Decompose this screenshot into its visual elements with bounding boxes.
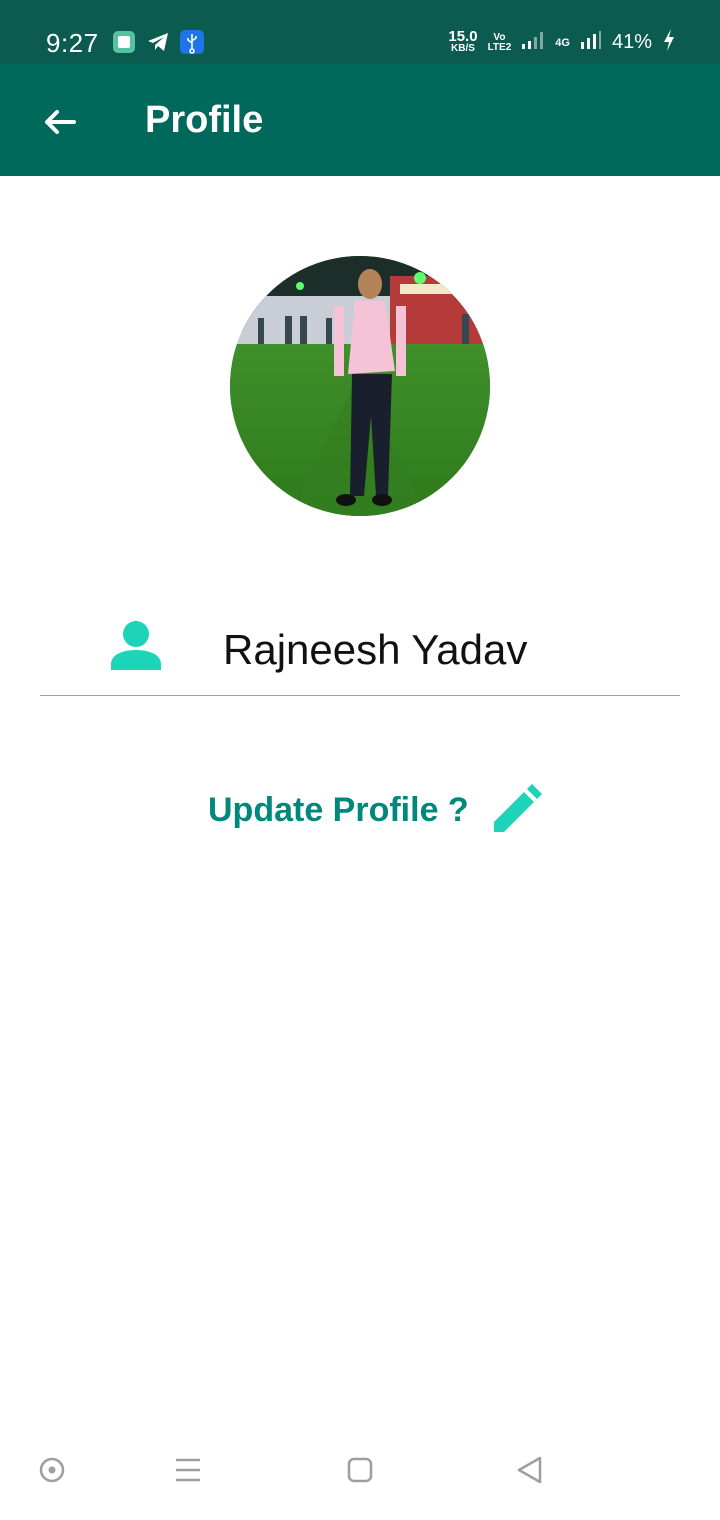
update-profile-label: Update Profile ? (208, 790, 469, 829)
update-profile-button[interactable]: Update Profile ? (208, 780, 542, 840)
charging-icon (662, 28, 676, 57)
notification-icons (112, 30, 204, 54)
pencil-icon[interactable] (488, 782, 544, 838)
usb-icon (180, 30, 204, 54)
battery-percent: 41% (611, 31, 652, 53)
status-time: 9:27 (46, 28, 99, 58)
app-bar: Profile (0, 64, 720, 176)
app-square-icon (112, 30, 136, 54)
telegram-icon (146, 30, 170, 54)
page-title: Profile (145, 99, 264, 141)
status-indicators: 15.0 KB/S Vo LTE2 4G 41% (448, 28, 676, 57)
volte-indicator: Vo LTE2 (487, 31, 512, 53)
back-triangle-icon[interactable] (514, 1454, 546, 1486)
network-speed-unit: KB/S (451, 42, 475, 54)
volte-bottom: LTE2 (487, 41, 512, 53)
status-bar: 9:27 15.0 KB/S Vo LTE2 4G 41% (0, 0, 720, 64)
profile-avatar[interactable] (230, 256, 490, 516)
menu-icon[interactable] (172, 1454, 204, 1486)
network-type: 4G (555, 36, 570, 49)
signal-icon-2 (580, 30, 602, 55)
name-row: Rajneesh Yadav (40, 600, 680, 696)
network-speed: 15.0 KB/S (448, 27, 478, 55)
signal-icon-1 (521, 30, 545, 55)
volte-top: Vo (493, 31, 506, 43)
network-speed-value: 15.0 (448, 27, 478, 45)
system-nav-bar (0, 1432, 720, 1520)
person-icon (110, 620, 162, 670)
screenshot-circle-icon[interactable] (36, 1454, 68, 1486)
home-icon[interactable] (344, 1454, 376, 1486)
back-arrow-icon[interactable] (34, 100, 82, 148)
profile-name: Rajneesh Yadav (223, 626, 528, 673)
